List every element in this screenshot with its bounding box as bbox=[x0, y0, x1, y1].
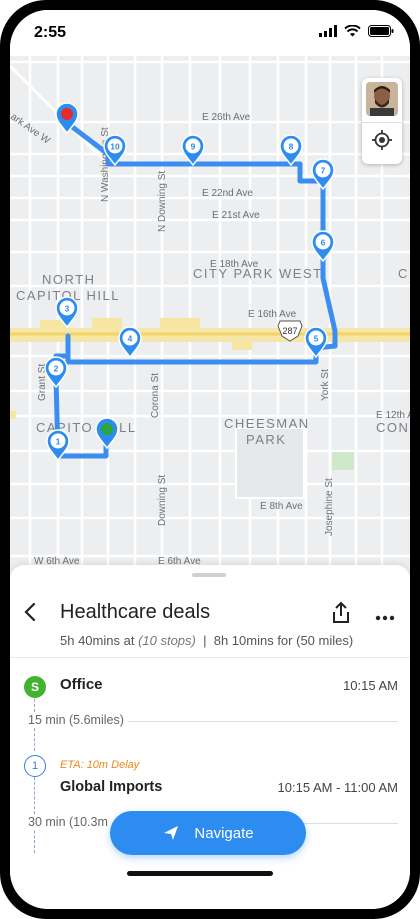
stop-marker-label: 1 bbox=[56, 437, 61, 447]
start-marker[interactable] bbox=[95, 417, 119, 450]
map-canvas[interactable]: E 26th Ave E 22nd Ave E 21st Ave E 18th … bbox=[10, 56, 410, 578]
map-view[interactable]: E 26th Ave E 22nd Ave E 21st Ave E 18th … bbox=[10, 56, 410, 578]
eta-delay: ETA: 10m Delay bbox=[60, 759, 140, 771]
leg-duration: 30 min (10.3m bbox=[28, 815, 112, 829]
stop-marker-8[interactable]: 8 bbox=[279, 134, 303, 167]
share-icon bbox=[333, 601, 349, 623]
street-york: York St bbox=[320, 369, 331, 401]
stop-marker-label: 3 bbox=[65, 304, 70, 314]
navigate-button[interactable]: Navigate bbox=[110, 811, 306, 855]
street-e22nd: E 22nd Ave bbox=[202, 188, 253, 199]
navigate-label: Navigate bbox=[194, 824, 254, 842]
battery-icon bbox=[368, 25, 394, 37]
leg-duration: 15 min (5.6miles) bbox=[28, 713, 128, 727]
neighborhood-con: CON bbox=[376, 420, 409, 435]
street-corona: Corona St bbox=[150, 373, 161, 418]
sheet-handle[interactable] bbox=[192, 573, 226, 577]
share-button[interactable] bbox=[330, 601, 352, 625]
avatar-image bbox=[366, 82, 398, 116]
stop-marker-label: 10 bbox=[110, 142, 120, 152]
phone-frame: 2:55 E 26th Ave E 22nd Ave E 21st Ave E … bbox=[0, 0, 420, 919]
stop-marker-label: 4 bbox=[128, 334, 133, 344]
stop-marker-2[interactable]: 2 bbox=[44, 356, 68, 389]
summary-duration: 5h 40mins at bbox=[60, 633, 135, 648]
wifi-icon bbox=[344, 25, 361, 37]
start-badge: S bbox=[24, 676, 46, 698]
stop-marker-label: 9 bbox=[191, 142, 196, 152]
highway-label: 287 bbox=[282, 326, 297, 336]
status-icons bbox=[319, 25, 394, 37]
stop-time-window: 10:15 AM - 11:00 AM bbox=[277, 780, 398, 795]
more-dots-icon bbox=[375, 615, 395, 621]
route-summary: 5h 40mins at (10 stops) | 8h 10mins for … bbox=[60, 633, 353, 648]
neighborhood-park: PARK bbox=[246, 432, 286, 447]
avatar[interactable] bbox=[366, 82, 398, 116]
status-bar: 2:55 bbox=[10, 10, 410, 56]
stop-marker-label: 5 bbox=[314, 334, 319, 344]
summary-miles: (50 miles) bbox=[296, 633, 354, 648]
street-josephine: Josephine St bbox=[324, 478, 335, 536]
chevron-left-icon bbox=[24, 602, 36, 622]
stop-name[interactable]: Office bbox=[60, 676, 103, 693]
controls-divider bbox=[362, 122, 402, 123]
stop-marker-label: 6 bbox=[321, 238, 326, 248]
summary-total-time: 8h 10mins for bbox=[213, 633, 293, 648]
signal-icon bbox=[319, 25, 337, 37]
street-e8th: E 8th Ave bbox=[260, 501, 303, 512]
street-n-downing: N Downing St bbox=[157, 171, 168, 232]
status-time: 2:55 bbox=[34, 24, 67, 41]
neighborhood-city-park-west: CITY PARK WEST bbox=[193, 266, 323, 281]
neighborhood-north: NORTH bbox=[42, 272, 95, 287]
locate-button[interactable] bbox=[370, 128, 394, 152]
summary-stops: (10 stops) bbox=[138, 633, 196, 648]
stop-marker-5[interactable]: 5 bbox=[304, 326, 328, 359]
summary-separator: | bbox=[203, 633, 207, 648]
neighborhood-cheesman: CHEESMAN bbox=[224, 416, 310, 431]
street-e26th: E 26th Ave bbox=[202, 112, 251, 123]
stop-marker-9[interactable]: 9 bbox=[181, 134, 205, 167]
route-sheet: Healthcare deals 5h 40mins at (10 stops)… bbox=[10, 565, 410, 909]
stop-number-badge: 1 bbox=[24, 755, 46, 777]
neighborhood-ci: CI bbox=[398, 266, 410, 281]
street-downing: Downing St bbox=[157, 475, 168, 526]
back-button[interactable] bbox=[20, 600, 42, 624]
sheet-divider bbox=[10, 657, 410, 658]
more-button[interactable] bbox=[374, 609, 396, 621]
stop-marker-label: 8 bbox=[289, 142, 294, 152]
stop-name[interactable]: Global Imports bbox=[60, 779, 162, 795]
stop-marker-label: 7 bbox=[321, 166, 326, 176]
crosshair-icon bbox=[372, 130, 392, 150]
street-e21st: E 21st Ave bbox=[212, 210, 260, 221]
home-indicator[interactable] bbox=[127, 871, 273, 876]
stop-marker-label: 2 bbox=[54, 364, 59, 374]
route-title: Healthcare deals bbox=[60, 601, 211, 623]
stop-time: 10:15 AM bbox=[343, 678, 398, 693]
stop-marker-4[interactable]: 4 bbox=[118, 326, 142, 359]
map-controls bbox=[362, 78, 402, 164]
street-e16th: E 16th Ave bbox=[248, 309, 297, 320]
navigation-arrow-icon bbox=[164, 826, 179, 840]
screen: 2:55 E 26th Ave E 22nd Ave E 21st Ave E … bbox=[10, 10, 410, 909]
